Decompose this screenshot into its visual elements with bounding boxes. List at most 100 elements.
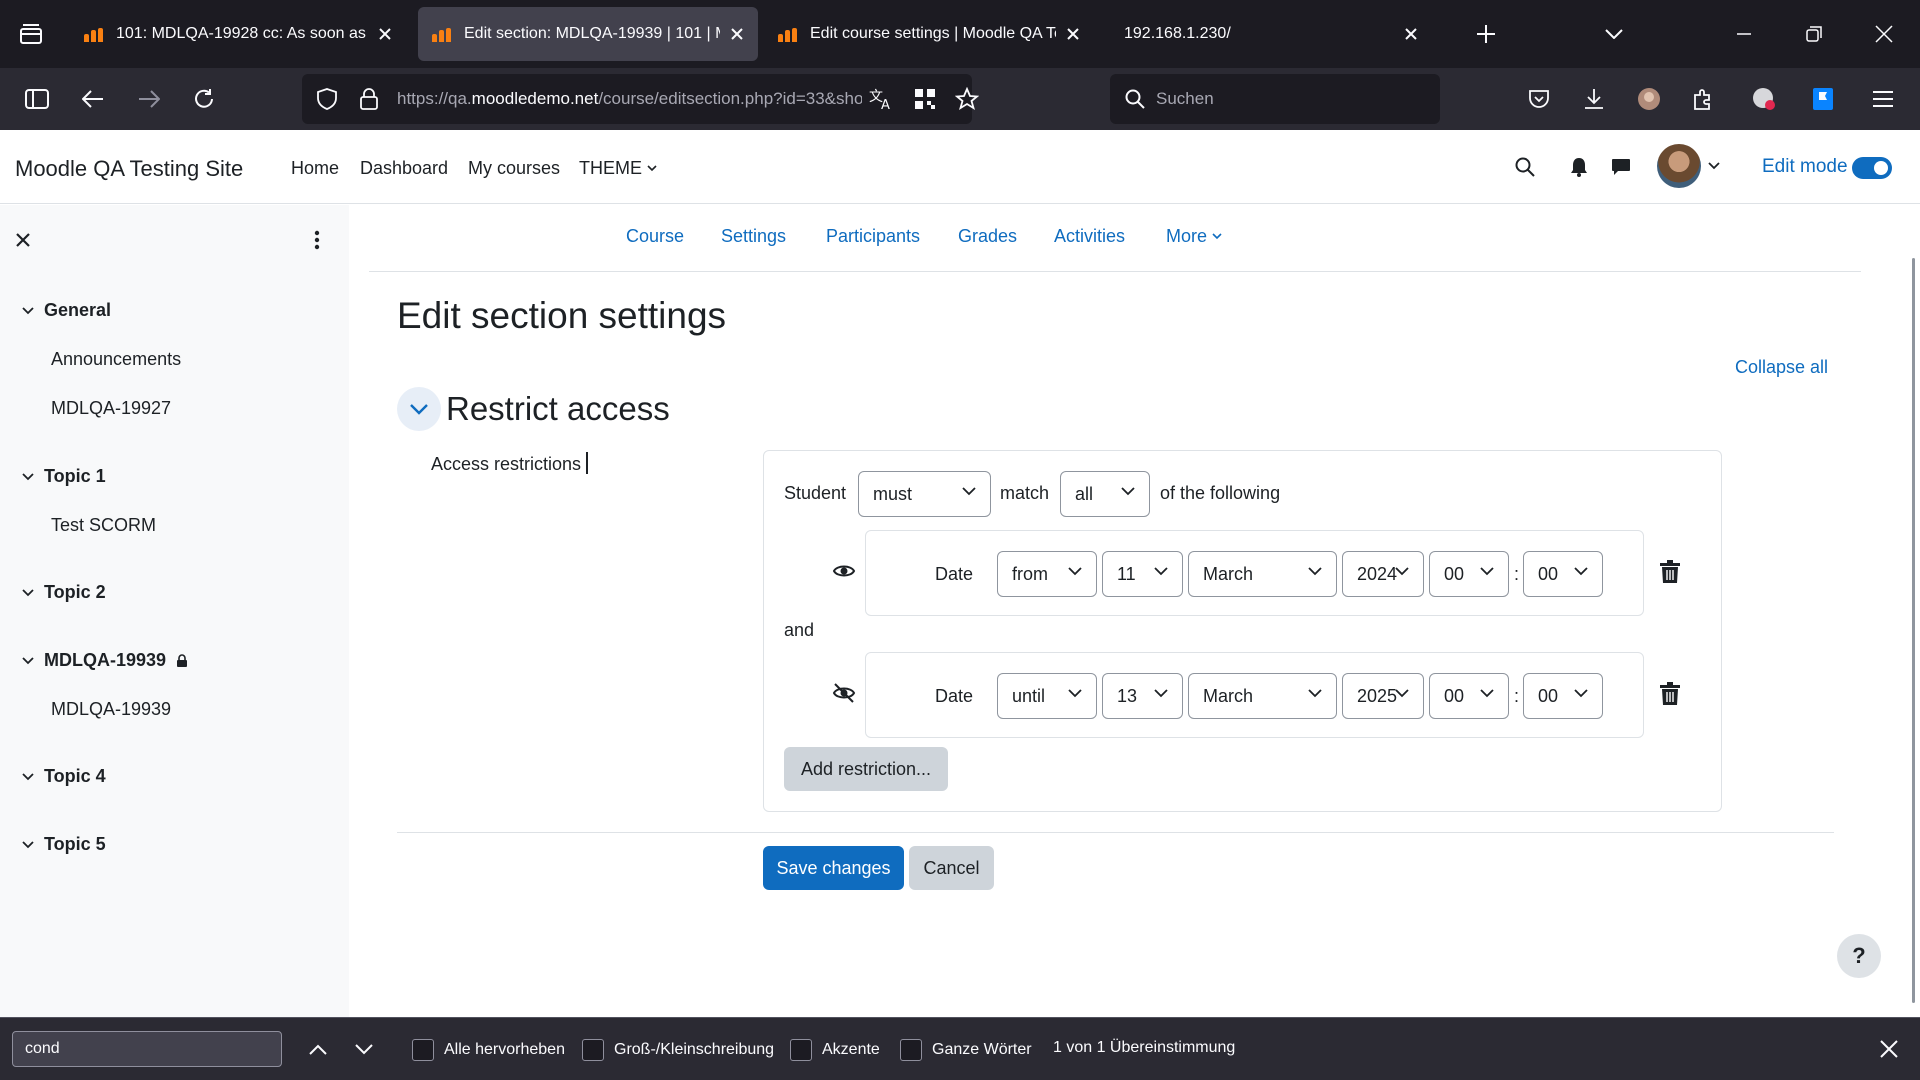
forward-icon[interactable] (134, 85, 164, 113)
hour-select[interactable]: 00 (1429, 673, 1509, 719)
highlight-all-checkbox[interactable]: Alle hervorheben (412, 1039, 565, 1061)
user-avatar[interactable] (1657, 144, 1701, 188)
chevron-down-icon[interactable] (22, 472, 34, 481)
find-next-icon[interactable] (351, 1036, 377, 1062)
search-bar[interactable]: Suchen (1110, 74, 1440, 124)
shield-icon[interactable] (314, 86, 340, 112)
nav-theme[interactable]: THEME (579, 158, 657, 179)
menu-icon[interactable] (1868, 85, 1898, 113)
must-select[interactable]: must (858, 471, 991, 517)
nav-my-courses[interactable]: My courses (468, 158, 560, 179)
year-select[interactable]: 2024 (1342, 551, 1424, 597)
eye-slash-icon[interactable] (832, 681, 856, 705)
day-select[interactable]: 11 (1102, 551, 1183, 597)
find-input[interactable] (12, 1031, 282, 1067)
nav-dashboard[interactable]: Dashboard (360, 158, 448, 179)
section-collapse-button[interactable] (397, 387, 441, 431)
course-nav-more[interactable]: More (1166, 226, 1222, 247)
course-nav-course[interactable]: Course (626, 226, 684, 247)
course-nav-participants[interactable]: Participants (826, 226, 920, 247)
minimize-icon[interactable] (1730, 20, 1758, 48)
browser-tab[interactable]: 101: MDLQA-19928 cc: As soon as we l (70, 7, 406, 61)
cancel-button[interactable]: Cancel (909, 846, 994, 890)
browser-tab[interactable]: Edit course settings | Moodle QA Testin (764, 7, 1094, 61)
drawer-item[interactable]: Announcements (51, 349, 181, 370)
star-icon[interactable] (954, 86, 980, 112)
tab-list-icon[interactable] (14, 20, 48, 48)
checkbox[interactable] (900, 1039, 922, 1061)
drawer-section-topic-2[interactable]: Topic 2 (22, 582, 106, 603)
site-name[interactable]: Moodle QA Testing Site (15, 156, 243, 182)
kebab-menu-icon[interactable] (306, 229, 328, 251)
eye-icon[interactable] (832, 559, 856, 583)
find-previous-icon[interactable] (305, 1036, 331, 1062)
minute-select[interactable]: 00 (1523, 551, 1603, 597)
close-icon[interactable] (1062, 23, 1084, 45)
checkbox[interactable] (790, 1039, 812, 1061)
scrollbar[interactable] (1912, 258, 1915, 1003)
plus-icon[interactable] (1472, 20, 1500, 48)
course-nav-settings[interactable]: Settings (721, 226, 786, 247)
browser-tab-active[interactable]: Edit section: MDLQA-19939 | 101 | Moo (418, 7, 758, 61)
trash-icon[interactable] (1659, 560, 1681, 586)
direction-select[interactable]: until (997, 673, 1097, 719)
course-nav-grades[interactable]: Grades (958, 226, 1017, 247)
add-restriction-button[interactable]: Add restriction... (784, 747, 948, 791)
browser-tab[interactable]: 192.168.1.230/ (1110, 7, 1432, 61)
bell-icon[interactable] (1566, 154, 1592, 180)
drawer-section-topic-1[interactable]: Topic 1 (22, 466, 106, 487)
chevron-down-icon[interactable] (1600, 20, 1628, 48)
drawer-section-mdlqa-19939[interactable]: MDLQA-19939 (22, 650, 188, 671)
accents-checkbox[interactable]: Akzente (790, 1039, 880, 1061)
checkbox[interactable] (582, 1039, 604, 1061)
chevron-down-icon[interactable] (22, 840, 34, 849)
reload-icon[interactable] (189, 85, 219, 113)
download-icon[interactable] (1579, 85, 1609, 113)
extension-flag-icon[interactable] (1808, 85, 1838, 113)
collapse-all-link[interactable]: Collapse all (1735, 357, 1828, 378)
pocket-icon[interactable] (1524, 85, 1554, 113)
chevron-down-icon[interactable] (1706, 158, 1722, 174)
close-icon[interactable] (1400, 23, 1422, 45)
year-select[interactable]: 2025 (1342, 673, 1424, 719)
close-icon[interactable] (374, 23, 396, 45)
chevron-down-icon[interactable] (22, 656, 34, 665)
close-icon[interactable] (1876, 1036, 1902, 1062)
checkbox[interactable] (412, 1039, 434, 1061)
help-button[interactable]: ? (1837, 934, 1881, 978)
drawer-section-topic-5[interactable]: Topic 5 (22, 834, 106, 855)
chevron-down-icon[interactable] (22, 306, 34, 315)
translate-icon[interactable]: 文A (868, 86, 896, 112)
chat-icon[interactable] (1608, 154, 1634, 180)
day-select[interactable]: 13 (1102, 673, 1183, 719)
qr-icon[interactable] (912, 86, 938, 112)
drawer-item[interactable]: Test SCORM (51, 515, 156, 536)
url-text[interactable]: https://qa.moodledemo.net/course/editsec… (397, 89, 862, 109)
edit-mode-toggle[interactable] (1852, 157, 1892, 179)
restore-icon[interactable] (1800, 20, 1828, 48)
chevron-down-icon[interactable] (22, 588, 34, 597)
extension-globe-icon[interactable] (1749, 85, 1779, 113)
url-bar[interactable]: https://qa.moodledemo.net/course/editsec… (302, 74, 979, 124)
nav-home[interactable]: Home (291, 158, 339, 179)
match-all-select[interactable]: all (1060, 471, 1150, 517)
whole-words-checkbox[interactable]: Ganze Wörter (900, 1039, 1032, 1061)
course-nav-activities[interactable]: Activities (1054, 226, 1125, 247)
close-window-icon[interactable] (1870, 20, 1898, 48)
extensions-icon[interactable] (1688, 85, 1718, 113)
trash-icon[interactable] (1659, 682, 1681, 708)
close-icon[interactable] (726, 23, 748, 45)
save-changes-button[interactable]: Save changes (763, 846, 904, 890)
drawer-item[interactable]: MDLQA-19939 (51, 699, 171, 720)
chevron-down-icon[interactable] (22, 772, 34, 781)
back-icon[interactable] (78, 85, 108, 113)
drawer-item[interactable]: MDLQA-19927 (51, 398, 171, 419)
hour-select[interactable]: 00 (1429, 551, 1509, 597)
close-drawer-icon[interactable] (12, 229, 34, 251)
direction-select[interactable]: from (997, 551, 1097, 597)
lock-icon[interactable] (356, 86, 382, 112)
drawer-section-topic-4[interactable]: Topic 4 (22, 766, 106, 787)
sidebar-icon[interactable] (22, 85, 52, 113)
month-select[interactable]: March (1188, 673, 1337, 719)
match-case-checkbox[interactable]: Groß-/Kleinschreibung (582, 1039, 774, 1061)
